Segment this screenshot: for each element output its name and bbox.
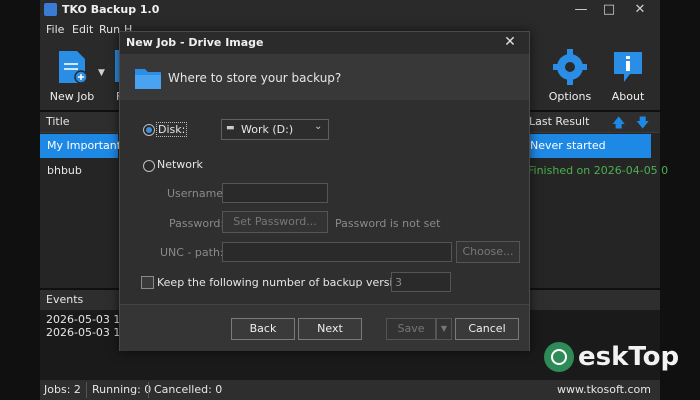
network-radio[interactable] — [143, 160, 155, 172]
password-label: Password: — [169, 217, 225, 230]
disk-radio[interactable] — [143, 124, 155, 136]
status-bar: Jobs: 2 Running: 0 Cancelled: 0 www.tkos… — [40, 380, 660, 400]
options-label: Options — [548, 90, 592, 103]
keep-versions-label: Keep the following number of backup vers… — [157, 276, 416, 289]
unc-path-field[interactable] — [222, 242, 452, 262]
dialog-title-bar: New Job - Drive Image ✕ — [120, 32, 529, 54]
dialog-question: Where to store your backup? — [168, 71, 342, 85]
password-status: Password is not set — [335, 217, 441, 230]
chevron-down-icon: ⌄ — [314, 121, 323, 132]
cancel-button[interactable]: Cancel — [455, 318, 519, 340]
about-label: About — [611, 90, 645, 103]
gear-icon — [553, 49, 587, 85]
dialog-title: New Job - Drive Image — [126, 36, 264, 49]
keep-versions-checkbox[interactable] — [141, 276, 154, 289]
back-button[interactable]: Back — [231, 318, 295, 340]
job-title-cell: bhbub — [47, 164, 82, 177]
status-website[interactable]: www.tkosoft.com — [557, 383, 651, 396]
network-label: Network — [157, 158, 203, 171]
watermark-text: eskTop — [578, 342, 680, 372]
column-title[interactable]: Title — [46, 115, 70, 128]
new-job-icon — [59, 51, 88, 84]
column-last-result[interactable]: Last Result — [529, 115, 589, 128]
status-jobs: Jobs: 2 — [44, 383, 81, 396]
dialog-body: Disk: ▬ Work (D:) ⌄ Network Username: Pa… — [120, 100, 529, 304]
set-password-button[interactable]: Set Password... — [222, 211, 328, 233]
new-job-dialog: New Job - Drive Image ✕ Where to store y… — [119, 31, 530, 351]
status-running: Running: 0 — [92, 383, 152, 396]
disk-select-value: Work (D:) — [241, 123, 294, 136]
disk-label: Disk: — [156, 122, 188, 137]
username-field[interactable] — [222, 183, 328, 203]
about-button[interactable]: About — [598, 46, 658, 108]
menu-file[interactable]: File — [46, 23, 64, 36]
menu-edit[interactable]: Edit — [72, 23, 93, 36]
info-icon — [614, 52, 642, 82]
save-button[interactable]: Save — [386, 318, 436, 340]
maximize-icon[interactable]: □ — [598, 2, 620, 18]
job-result-cell: Never started — [530, 139, 606, 152]
dialog-header: Where to store your backup? — [120, 54, 529, 101]
new-job-button[interactable]: New Job — [42, 46, 102, 108]
unc-path-label: UNC - path: — [160, 246, 224, 259]
options-button[interactable]: Options — [540, 46, 600, 108]
title-bar: TKO Backup 1.0 — □ ✕ — [40, 0, 660, 20]
next-button[interactable]: Next — [298, 318, 362, 340]
dialog-footer: Back Next Save ▼ Cancel — [120, 304, 529, 351]
username-label: Username: — [167, 187, 227, 200]
watermark-logo — [544, 342, 574, 372]
app-icon — [44, 3, 57, 16]
close-icon[interactable]: ✕ — [629, 2, 651, 18]
status-cancelled: Cancelled: 0 — [154, 383, 223, 396]
drive-icon: ▬ — [226, 123, 235, 133]
choose-button[interactable]: Choose... — [456, 241, 520, 263]
new-job-label: New Job — [49, 90, 95, 103]
window-title: TKO Backup 1.0 — [62, 3, 160, 16]
disk-select[interactable]: ▬ Work (D:) ⌄ — [221, 119, 329, 140]
job-result-cell: Finished on 2026-04-05 0 — [528, 164, 669, 177]
events-title: Events — [46, 293, 84, 306]
chevron-down-icon[interactable]: ▼ — [98, 68, 105, 78]
folder-icon — [135, 69, 161, 89]
minimize-icon[interactable]: — — [570, 2, 592, 18]
keep-versions-value: 3 — [395, 276, 402, 289]
dialog-close-icon[interactable]: ✕ — [500, 34, 520, 52]
save-dropdown-icon[interactable]: ▼ — [436, 318, 452, 340]
keep-versions-field[interactable]: 3 — [391, 272, 451, 292]
menu-run[interactable]: Run — [99, 23, 120, 36]
